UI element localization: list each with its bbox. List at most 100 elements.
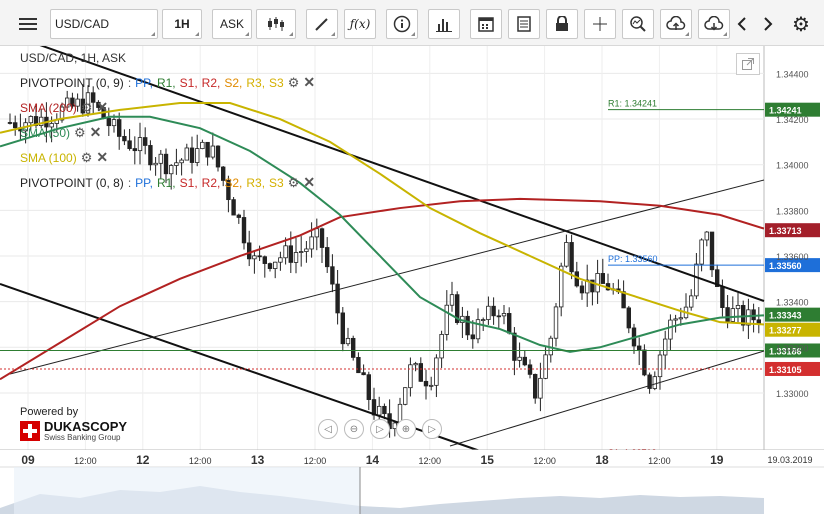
draw-pen-icon[interactable]: [306, 9, 338, 39]
sma50-indicator: SMA (50) ⚙ ✕: [20, 124, 101, 141]
pivot2-level: PP,: [135, 175, 153, 190]
candle-body: [475, 319, 481, 340]
candle-body: [496, 315, 501, 318]
pivot2-level: S2,: [224, 175, 243, 190]
candle-body: [153, 162, 158, 166]
candle-body: [730, 308, 735, 322]
zoom-out-icon[interactable]: ⊖: [344, 419, 364, 439]
candle-body: [132, 148, 137, 152]
candle-body: [148, 145, 153, 166]
candle-body: [517, 356, 522, 361]
zoom-in-icon[interactable]: ⊕: [396, 419, 416, 439]
candle-body: [350, 337, 356, 358]
candle-body: [163, 153, 169, 175]
candle-body: [533, 373, 538, 399]
candle-body: [314, 228, 319, 238]
price-chart[interactable]: R1: 1.342411.34241PP: 1.335601.33560S1: …: [0, 46, 824, 514]
scroll-right-icon[interactable]: [758, 9, 778, 39]
download-cloud-icon[interactable]: [698, 9, 730, 39]
candle-body: [470, 334, 475, 340]
sma100-settings-gear-icon[interactable]: ⚙: [81, 150, 93, 166]
calendar-icon[interactable]: [470, 9, 502, 39]
candle-body: [127, 140, 132, 149]
candle-type-icon[interactable]: [256, 9, 296, 39]
pivot2-sep: :: [127, 175, 132, 190]
sma200-settings-gear-icon[interactable]: ⚙: [81, 100, 93, 116]
candle-body: [699, 239, 704, 265]
y-tick-label: 1.34400: [776, 69, 809, 79]
sma50-label: SMA (50): [20, 125, 71, 140]
pivot1-level: S3: [269, 75, 284, 90]
pivot-indicator-2: PIVOTPOINT (0, 8) : PP, R1, S1, R2, S2, …: [20, 174, 315, 191]
pivot1-close-icon[interactable]: ✕: [303, 74, 315, 91]
candle-body: [543, 354, 548, 379]
candle-body: [434, 357, 439, 386]
candle-body: [657, 354, 663, 378]
instrument-select[interactable]: USD/CAD: [50, 9, 158, 39]
chart-navigation: ◁ ⊖ ▷ ⊕ ▷: [318, 419, 442, 439]
candle-body: [111, 119, 117, 127]
brand-name: DUKASCOPY: [44, 419, 128, 434]
candle-body: [267, 263, 273, 269]
document-icon[interactable]: [508, 9, 540, 39]
candle-body: [376, 405, 382, 416]
pivot2-level: R2,: [201, 175, 221, 190]
sma200-close-icon[interactable]: ✕: [96, 99, 108, 116]
pivot1-level: S2,: [224, 75, 243, 90]
candle-body: [408, 364, 413, 389]
candle-body: [319, 228, 325, 248]
side-select[interactable]: ASK: [212, 9, 252, 39]
candle-body: [553, 306, 559, 339]
sma200-label: SMA (200): [20, 100, 77, 115]
sma200-indicator: SMA (200) ⚙ ✕: [20, 99, 108, 116]
pivot-level-tag-text: 1.33560: [769, 261, 802, 271]
pivot-level-label: R1: 1.34241: [608, 99, 657, 109]
pivot1-settings-gear-icon[interactable]: ⚙: [288, 75, 300, 91]
candle-body: [486, 305, 491, 320]
menu-icon[interactable]: [8, 9, 48, 39]
candle-body: [241, 217, 247, 244]
candle-body: [293, 252, 299, 263]
pivot2-close-icon[interactable]: ✕: [303, 174, 315, 191]
pivot2-settings-gear-icon[interactable]: ⚙: [288, 175, 300, 191]
sma100-label: SMA (100): [20, 150, 77, 165]
x-tick-label: 12:00: [648, 456, 671, 466]
sma100-close-icon[interactable]: ✕: [96, 149, 108, 166]
candle-body: [137, 137, 143, 152]
candle-body: [345, 337, 351, 345]
sma50-settings-gear-icon[interactable]: ⚙: [74, 125, 86, 141]
candle-body: [257, 255, 262, 258]
x-tick-label: 12:00: [74, 456, 97, 466]
upload-cloud-icon[interactable]: [660, 9, 692, 39]
candle-body: [741, 305, 746, 326]
timeframe-select[interactable]: 1H: [162, 9, 202, 39]
crosshair-icon[interactable]: [584, 9, 616, 39]
function-icon[interactable]: ƒ(x): [344, 9, 376, 39]
nav-forward-icon[interactable]: ▷: [422, 419, 442, 439]
candle-body: [538, 377, 543, 399]
candle-body: [200, 141, 205, 150]
lock-icon[interactable]: [546, 9, 578, 39]
bar-chart-icon[interactable]: [428, 9, 460, 39]
pivot1-level: R3,: [246, 75, 266, 90]
y-tick-label: 1.34000: [776, 161, 809, 171]
info-icon[interactable]: [386, 9, 418, 39]
candle-body: [527, 364, 533, 375]
nav-back-icon[interactable]: ◁: [318, 419, 338, 439]
reset-view-icon[interactable]: ▷: [370, 419, 390, 439]
candle-body: [402, 387, 408, 405]
candle-body: [522, 356, 527, 366]
candle-body: [423, 380, 429, 387]
settings-gear-icon[interactable]: ⚙: [788, 9, 814, 39]
zoom-chart-icon[interactable]: [622, 9, 654, 39]
candle-body: [689, 295, 694, 308]
x-tick-label: 09: [21, 453, 35, 467]
pivot1-level: R2,: [201, 75, 221, 90]
scroll-left-icon[interactable]: [732, 9, 752, 39]
brand-subtitle: Swiss Banking Group: [44, 433, 121, 442]
sma50-close-icon[interactable]: ✕: [90, 124, 102, 141]
candle-body: [418, 363, 423, 382]
candle-body: [210, 145, 215, 158]
expand-icon[interactable]: [736, 53, 760, 75]
y-tick-label: 1.34200: [776, 115, 809, 125]
